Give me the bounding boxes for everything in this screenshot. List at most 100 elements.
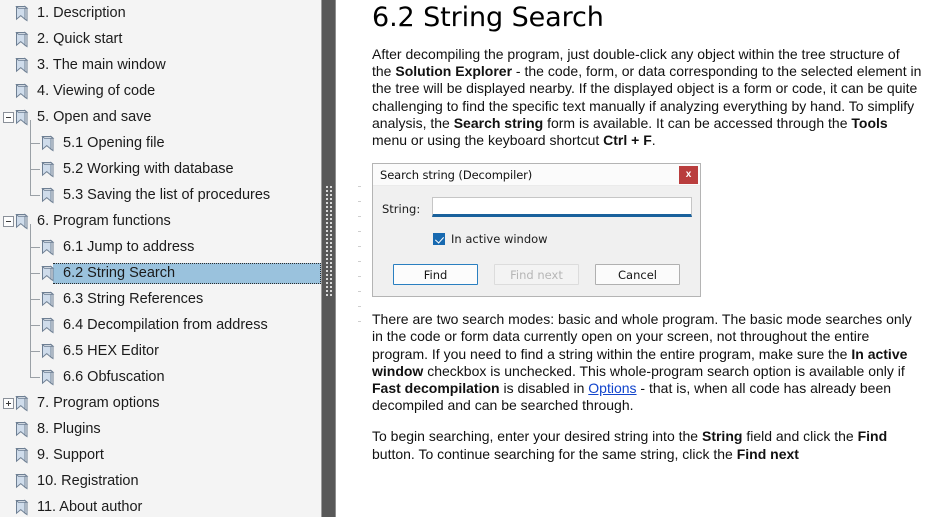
body-text: is disabled in: [499, 380, 589, 397]
tree-item-5-open-and-save[interactable]: 5. Open and save: [0, 104, 321, 130]
grip-dot: [330, 206, 332, 208]
tree-connector-line: [30, 169, 40, 170]
grip-dot: [330, 210, 332, 212]
tree-item-6-6-obfuscation[interactable]: 6.6 Obfuscation: [0, 364, 321, 390]
expand-icon[interactable]: [3, 398, 14, 409]
options-link[interactable]: Options: [588, 380, 636, 396]
grip-dot: [330, 262, 332, 264]
grip-dot: [326, 294, 328, 296]
bookmark-icon: [14, 108, 29, 126]
navigation-tree[interactable]: 1. Description 2. Quick start 3. The main …: [0, 0, 321, 517]
pane-splitter[interactable]: [322, 0, 336, 517]
find-button[interactable]: Find: [393, 264, 478, 286]
paragraph-begin-searching: To begin searching, enter your desired s…: [372, 428, 922, 462]
bookmark-icon: [40, 264, 55, 282]
emphasis-text: Search string: [453, 114, 544, 131]
grip-dot: [326, 198, 328, 200]
ruler-tick: [358, 291, 361, 292]
tree-item-label: 6.4 Decompilation from address: [63, 316, 268, 333]
tree-item-6-4-decompilation-from-address[interactable]: 6.4 Decompilation from address: [0, 312, 321, 338]
tree-item-8-plugins[interactable]: 8. Plugins: [0, 416, 321, 442]
bookmark-icon: [40, 186, 55, 204]
tree-item-label: 5.1 Opening file: [63, 134, 165, 151]
content-pane: 6.2 String Search After decompiling the …: [336, 0, 936, 517]
tree-item-10-registration[interactable]: 10. Registration: [0, 468, 321, 494]
tree-item-9-support[interactable]: 9. Support: [0, 442, 321, 468]
grip-dot: [326, 234, 328, 236]
tree-item-5-1-opening-file[interactable]: 5.1 Opening file: [0, 130, 321, 156]
grip-dot: [326, 218, 328, 220]
ruler-tick: [358, 306, 361, 307]
tree-item-label: 1. Description: [37, 4, 126, 21]
tree-item-label: 6.1 Jump to address: [63, 238, 195, 255]
collapse-icon[interactable]: [3, 216, 14, 227]
ruler-tick: [358, 231, 361, 232]
tree-item-6-1-jump-to-address[interactable]: 6.1 Jump to address: [0, 234, 321, 260]
grip-dot: [330, 290, 332, 292]
bookmark-icon: [14, 30, 29, 48]
dialog-title: Search string (Decompiler): [380, 167, 533, 182]
grip-dot: [326, 270, 328, 272]
tree-item-label: 4. Viewing of code: [37, 82, 156, 99]
grip-dot: [326, 190, 328, 192]
tree-item-6-program-functions[interactable]: 6. Program functions: [0, 208, 321, 234]
close-icon[interactable]: x: [679, 166, 698, 185]
tree-connector-line: [30, 224, 31, 234]
grip-dot: [326, 274, 328, 276]
grip-dot: [330, 218, 332, 220]
tree-item-6-3-string-references[interactable]: 6.3 String References: [0, 286, 321, 312]
tree-item-11-about-author[interactable]: 11. About author: [0, 494, 321, 517]
tree-item-5-2-working-with-database[interactable]: 5.2 Working with database: [0, 156, 321, 182]
body-text: form is available. It can be accessed th…: [543, 114, 852, 131]
navigation-tree-pane[interactable]: 1. Description 2. Quick start 3. The main …: [0, 0, 322, 517]
tree-connector-line: [30, 182, 31, 195]
emphasis-text: Fast decompilation: [372, 380, 500, 397]
string-field-label: String:: [382, 202, 421, 217]
body-text: .: [651, 132, 656, 149]
grip-dot: [326, 214, 328, 216]
cancel-button[interactable]: Cancel: [595, 264, 680, 286]
tree-item-label: 3. The main window: [37, 56, 166, 73]
tree-item-7-program-options[interactable]: 7. Program options: [0, 390, 321, 416]
grip-dot: [330, 286, 332, 288]
grip-dot: [326, 206, 328, 208]
grip-dot: [326, 202, 328, 204]
tree-item-3-the-main-window[interactable]: 3. The main window: [0, 52, 321, 78]
body-text: field and click the: [742, 428, 858, 445]
collapse-icon[interactable]: [3, 112, 14, 123]
grip-dot: [330, 202, 332, 204]
margin-ruler-ticks: [358, 186, 361, 324]
tree-item-1-description[interactable]: 1. Description: [0, 0, 321, 26]
emphasis-text: Solution Explorer: [395, 63, 513, 80]
grip-dot: [326, 186, 328, 188]
emphasis-text: String: [701, 428, 743, 445]
grip-dot: [330, 238, 332, 240]
tree-item-6-5-hex-editor[interactable]: 6.5 HEX Editor: [0, 338, 321, 364]
body-text: There are two search modes: basic and wh…: [372, 311, 912, 362]
bookmark-icon: [14, 498, 29, 516]
bookmark-icon: [40, 238, 55, 256]
splitter-grip-icon[interactable]: [326, 186, 332, 298]
tree-item-label: 8. Plugins: [37, 420, 101, 437]
tree-connector-line: [30, 325, 40, 326]
tree-connector-line: [30, 120, 31, 130]
find-next-button: Find next: [494, 264, 579, 286]
bookmark-icon: [40, 134, 55, 152]
grip-dot: [326, 266, 328, 268]
tree-item-label: 5. Open and save: [37, 108, 152, 125]
page-title: 6.2 String Search: [372, 2, 604, 33]
tree-item-5-3-saving-the-list-of-procedures[interactable]: 5.3 Saving the list of procedures: [0, 182, 321, 208]
grip-dot: [330, 190, 332, 192]
grip-dot: [326, 246, 328, 248]
in-active-window-checkbox-row[interactable]: In active window: [433, 232, 548, 246]
emphasis-text: Tools: [851, 114, 888, 131]
dialog-titlebar: Search string (Decompiler) x: [373, 164, 700, 187]
grip-dot: [326, 258, 328, 260]
ruler-tick: [358, 216, 361, 217]
grip-dot: [326, 194, 328, 196]
tree-item-6-2-string-search[interactable]: 6.2 String Search: [0, 260, 321, 286]
tree-item-2-quick-start[interactable]: 2. Quick start: [0, 26, 321, 52]
string-input[interactable]: [432, 197, 692, 218]
tree-item-4-viewing-of-code[interactable]: 4. Viewing of code: [0, 78, 321, 104]
checkbox-checked-icon[interactable]: [433, 233, 445, 246]
